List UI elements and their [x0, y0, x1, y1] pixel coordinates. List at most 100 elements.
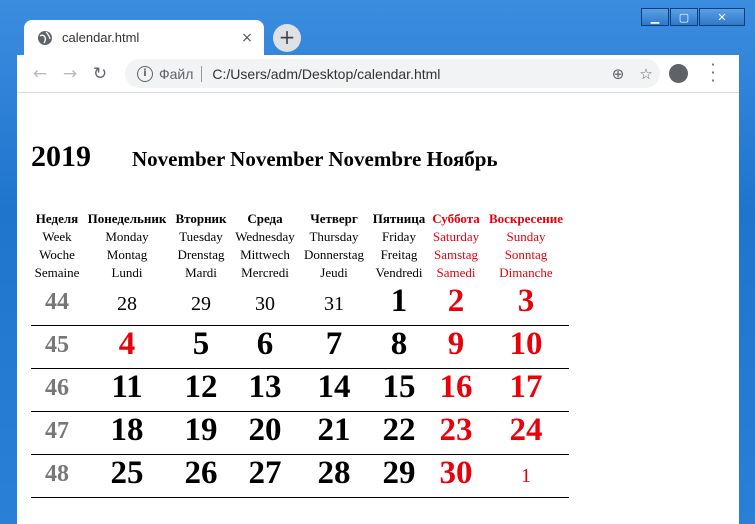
calendar-day[interactable]: 5 — [171, 326, 231, 363]
minimize-button[interactable]: ▁ — [641, 8, 669, 26]
weekday-label-ru: Четверг — [310, 211, 358, 226]
weekday-label-en: Thursday — [309, 229, 359, 244]
weekday-label-ru: Понедельник — [87, 211, 167, 226]
browser-tab[interactable]: calendar.html × — [24, 20, 264, 55]
url-text[interactable]: C:/Users/adm/Desktop/calendar.html — [212, 66, 604, 82]
weekday-header: Неделя Week Woche Semaine — [27, 210, 87, 282]
calendar-day[interactable]: 13 — [235, 369, 295, 406]
weekday-header: Среда Wednesday Mittwech Mercredi — [232, 210, 298, 282]
weekday-label-ru: Среда — [247, 211, 283, 226]
weekday-label-fr: Semaine — [34, 265, 80, 280]
calendar-day[interactable]: 7 — [304, 326, 364, 363]
week-number: 46 — [45, 375, 69, 401]
tab-title: calendar.html — [62, 30, 140, 45]
weekday-label-de: Sonntag — [504, 247, 548, 262]
calendar-day[interactable]: 3 — [496, 283, 556, 320]
address-bar[interactable]: i Файл C:/Users/adm/Desktop/calendar.htm… — [125, 59, 660, 88]
forward-arrow-icon[interactable]: → — [55, 64, 85, 84]
calendar-day[interactable]: 25 — [97, 455, 157, 492]
weekday-label-de: Drenstag — [177, 247, 225, 262]
week-number: 47 — [45, 418, 69, 444]
weekday-label-ru: Воскресение — [488, 211, 564, 226]
weekday-label-en: Monday — [105, 229, 149, 244]
calendar-day[interactable]: 19 — [171, 412, 231, 449]
week-number: 44 — [45, 289, 69, 315]
tab-close-icon[interactable]: × — [236, 30, 258, 46]
weekday-label-fr: Vendredi — [375, 265, 423, 280]
weekday-label-fr: Mardi — [185, 265, 217, 280]
weekday-label-de: Donnerstag — [304, 247, 364, 262]
calendar-day[interactable]: 20 — [235, 412, 295, 449]
page-content: 2019 November November Novembre Ноябрь Н… — [17, 93, 739, 524]
weekday-header: Пятница Friday Freitag Vendredi — [369, 210, 429, 282]
address-separator — [201, 65, 203, 82]
new-tab-button[interactable]: + — [273, 24, 301, 52]
scheme-label: Файл — [159, 65, 194, 82]
calendar-day[interactable]: 22 — [369, 412, 429, 449]
browser-toolbar: ← → ↻ i Файл C:/Users/adm/Desktop/calend… — [17, 55, 739, 92]
calendar-day[interactable]: 1 — [496, 465, 556, 488]
calendar-day[interactable]: 4 — [97, 326, 157, 363]
browser-window: ▁ ▢ ✕ calendar.html × + ← → ↻ i Файл C:/… — [0, 0, 755, 524]
calendar-day[interactable]: 8 — [369, 326, 429, 363]
account-icon[interactable] — [669, 64, 688, 83]
calendar-day[interactable]: 2 — [426, 283, 486, 320]
weekday-label-ru: Неделя — [35, 211, 79, 226]
weekday-label-fr: Jeudi — [320, 265, 348, 280]
week-number: 48 — [45, 461, 69, 487]
weekday-header: Понедельник Monday Montag Lundi — [83, 210, 171, 282]
calendar-day[interactable]: 31 — [304, 293, 364, 316]
calendar-day[interactable]: 30 — [235, 293, 295, 316]
globe-icon — [38, 30, 52, 45]
calendar-day[interactable]: 14 — [304, 369, 364, 406]
weekday-header: Четверг Thursday Donnerstag Jeudi — [298, 210, 370, 282]
weekday-label-fr: Samedi — [436, 265, 476, 280]
weekday-label-ru: Пятница — [372, 211, 426, 226]
calendar-day[interactable]: 9 — [426, 326, 486, 363]
calendar-day[interactable]: 15 — [369, 369, 429, 406]
zoom-icon[interactable]: ⊕ — [604, 65, 632, 83]
weekday-label-en: Sunday — [506, 229, 546, 244]
calendar-day[interactable]: 29 — [171, 293, 231, 316]
calendar-day[interactable]: 12 — [171, 369, 231, 406]
calendar-day[interactable]: 6 — [235, 326, 295, 363]
calendar-day[interactable]: 29 — [369, 455, 429, 492]
calendar-day[interactable]: 24 — [496, 412, 556, 449]
info-icon[interactable]: i — [137, 65, 153, 82]
weekday-label-en: Week — [42, 229, 72, 244]
maximize-button[interactable]: ▢ — [670, 8, 698, 26]
calendar-day[interactable]: 21 — [304, 412, 364, 449]
weekday-label-de: Freitag — [380, 247, 418, 262]
weekday-label-fr: Lundi — [111, 265, 143, 280]
calendar-month-title: November November Novembre Ноябрь — [132, 147, 498, 171]
weekday-header: Вторник Tuesday Drenstag Mardi — [170, 210, 232, 282]
calendar-day[interactable]: 18 — [97, 412, 157, 449]
calendar-day[interactable]: 1 — [369, 283, 429, 320]
calendar-day[interactable]: 16 — [426, 369, 486, 406]
weekday-header: Суббота Saturday Samstag Samedi — [429, 210, 483, 282]
calendar-day[interactable]: 10 — [496, 326, 556, 363]
calendar-day[interactable]: 11 — [97, 369, 157, 406]
calendar-day[interactable]: 28 — [304, 455, 364, 492]
weekday-label-fr: Mercredi — [241, 265, 289, 280]
menu-icon[interactable]: · · · — [705, 57, 721, 89]
calendar-day[interactable]: 17 — [496, 369, 556, 406]
weekday-label-en: Friday — [382, 229, 416, 244]
weekday-label-de: Mittwech — [240, 247, 290, 262]
weekday-label-ru: Суббота — [432, 211, 480, 226]
week-divider — [31, 497, 569, 498]
calendar-day[interactable]: 28 — [97, 293, 157, 316]
calendar-day[interactable]: 27 — [235, 455, 295, 492]
weekday-label-ru: Вторник — [175, 211, 227, 226]
reload-icon[interactable]: ↻ — [85, 64, 115, 84]
weekday-header: Воскресение Sunday Sonntag Dimanche — [484, 210, 568, 282]
weekday-label-fr: Dimanche — [499, 265, 553, 280]
calendar-day[interactable]: 26 — [171, 455, 231, 492]
weekday-label-de: Woche — [39, 247, 75, 262]
calendar-day[interactable]: 23 — [426, 412, 486, 449]
bookmark-star-icon[interactable]: ☆ — [632, 65, 660, 83]
back-arrow-icon[interactable]: ← — [25, 64, 55, 84]
calendar-year: 2019 — [31, 140, 91, 173]
close-window-button[interactable]: ✕ — [699, 8, 745, 26]
calendar-day[interactable]: 30 — [426, 455, 486, 492]
